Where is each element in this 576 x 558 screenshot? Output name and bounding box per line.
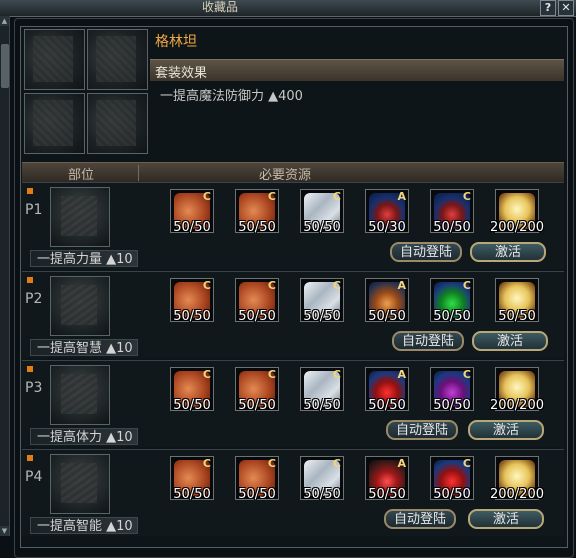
resource-count: 50/50 bbox=[238, 220, 276, 235]
activate-button[interactable]: 激活 bbox=[470, 242, 546, 262]
grade-badge: C bbox=[462, 190, 471, 203]
column-part: 部位 bbox=[68, 168, 95, 183]
resource-count: 50/50 bbox=[498, 309, 536, 324]
grade-badge: C bbox=[462, 457, 471, 470]
row-label: P4 bbox=[25, 469, 43, 485]
grade-badge: C bbox=[462, 279, 471, 292]
resource-count: 50/50 bbox=[238, 487, 276, 502]
grade-badge: A bbox=[397, 279, 406, 292]
grade-badge: A bbox=[397, 457, 406, 470]
resource-count: 50/50 bbox=[173, 220, 211, 235]
resource-count: 50/30 bbox=[368, 220, 406, 235]
scrollbar[interactable]: ▲ ▼ bbox=[0, 16, 10, 536]
column-header: 部位 必要资源 bbox=[22, 162, 564, 183]
row-label: P2 bbox=[25, 291, 43, 307]
part-thumbnail[interactable] bbox=[50, 187, 110, 247]
set-effect-text: 一提高魔法防御力 ▲400 bbox=[160, 89, 303, 104]
grade-badge: C bbox=[202, 457, 211, 470]
grade-badge: C bbox=[202, 368, 211, 381]
set-effect-label: 套装效果 bbox=[155, 66, 208, 81]
scroll-thumb[interactable] bbox=[1, 44, 9, 88]
row-label: P1 bbox=[25, 202, 43, 218]
resource-count: 50/50 bbox=[303, 398, 341, 413]
resource-count: 50/50 bbox=[173, 398, 211, 413]
row-label: P3 bbox=[25, 380, 43, 396]
resource-count: 50/50 bbox=[433, 398, 471, 413]
auto-register-button[interactable]: 自动登陆 bbox=[390, 242, 462, 262]
part-thumbnail[interactable] bbox=[50, 454, 110, 514]
auto-register-button[interactable]: 自动登陆 bbox=[386, 420, 458, 440]
resource-count: 50/50 bbox=[238, 398, 276, 413]
grade-badge: C bbox=[202, 190, 211, 203]
scroll-up-icon[interactable]: ▲ bbox=[0, 16, 9, 26]
set-name: 格林坦 bbox=[155, 34, 197, 50]
set-preview-1 bbox=[24, 29, 85, 90]
set-preview-4 bbox=[87, 93, 148, 154]
row-marker bbox=[27, 188, 33, 194]
grade-badge: C bbox=[267, 457, 276, 470]
help-button[interactable]: ? bbox=[540, 0, 556, 16]
grade-badge: C bbox=[332, 368, 341, 381]
grade-badge: C bbox=[332, 190, 341, 203]
scroll-down-icon[interactable]: ▼ bbox=[0, 526, 9, 536]
row-bonus: 一提高力量 ▲10 bbox=[30, 250, 138, 267]
activate-button[interactable]: 激活 bbox=[468, 420, 544, 440]
grade-badge: C bbox=[267, 368, 276, 381]
resource-count: 50/50 bbox=[433, 220, 471, 235]
grade-badge: C bbox=[332, 279, 341, 292]
resource-count: 50/50 bbox=[303, 220, 341, 235]
set-preview-2 bbox=[87, 29, 148, 90]
resource-count: 50/50 bbox=[303, 487, 341, 502]
auto-register-button[interactable]: 自动登陆 bbox=[392, 331, 464, 351]
activate-button[interactable]: 激活 bbox=[472, 331, 548, 351]
grade-badge: A bbox=[397, 368, 406, 381]
row-marker bbox=[27, 366, 33, 372]
grade-badge: C bbox=[202, 279, 211, 292]
activate-button[interactable]: 激活 bbox=[468, 509, 544, 529]
close-button[interactable]: ✕ bbox=[558, 0, 574, 16]
set-preview-3 bbox=[24, 93, 85, 154]
resource-count: 50/50 bbox=[368, 398, 406, 413]
row-marker bbox=[27, 455, 33, 461]
row-bonus: 一提高智能 ▲10 bbox=[30, 517, 138, 534]
column-resources: 必要资源 bbox=[259, 168, 312, 183]
grade-badge: C bbox=[462, 368, 471, 381]
grade-badge: C bbox=[267, 279, 276, 292]
set-effect-bar: 套装效果 bbox=[150, 59, 564, 81]
row-bonus: 一提高智慧 ▲10 bbox=[30, 339, 138, 356]
resource-count: 200/200 bbox=[489, 487, 544, 502]
resource-count: 50/50 bbox=[173, 487, 211, 502]
window-title: 收藏品 bbox=[201, 0, 238, 14]
resource-count: 50/50 bbox=[433, 309, 471, 324]
part-thumbnail[interactable] bbox=[50, 276, 110, 336]
row-bonus: 一提高体力 ▲10 bbox=[30, 428, 138, 445]
auto-register-button[interactable]: 自动登陆 bbox=[384, 509, 456, 529]
grade-badge: A bbox=[397, 190, 406, 203]
resource-count: 50/50 bbox=[238, 309, 276, 324]
resource-count: 50/50 bbox=[368, 309, 406, 324]
resource-count: 200/200 bbox=[489, 398, 544, 413]
row-marker bbox=[27, 277, 33, 283]
resource-count: 50/50 bbox=[368, 487, 406, 502]
resource-count: 50/50 bbox=[303, 309, 341, 324]
resource-count: 50/50 bbox=[173, 309, 211, 324]
grade-badge: C bbox=[267, 190, 276, 203]
grade-badge: C bbox=[332, 457, 341, 470]
resource-count: 50/50 bbox=[433, 487, 471, 502]
part-thumbnail[interactable] bbox=[50, 365, 110, 425]
resource-count: 200/200 bbox=[489, 220, 544, 235]
